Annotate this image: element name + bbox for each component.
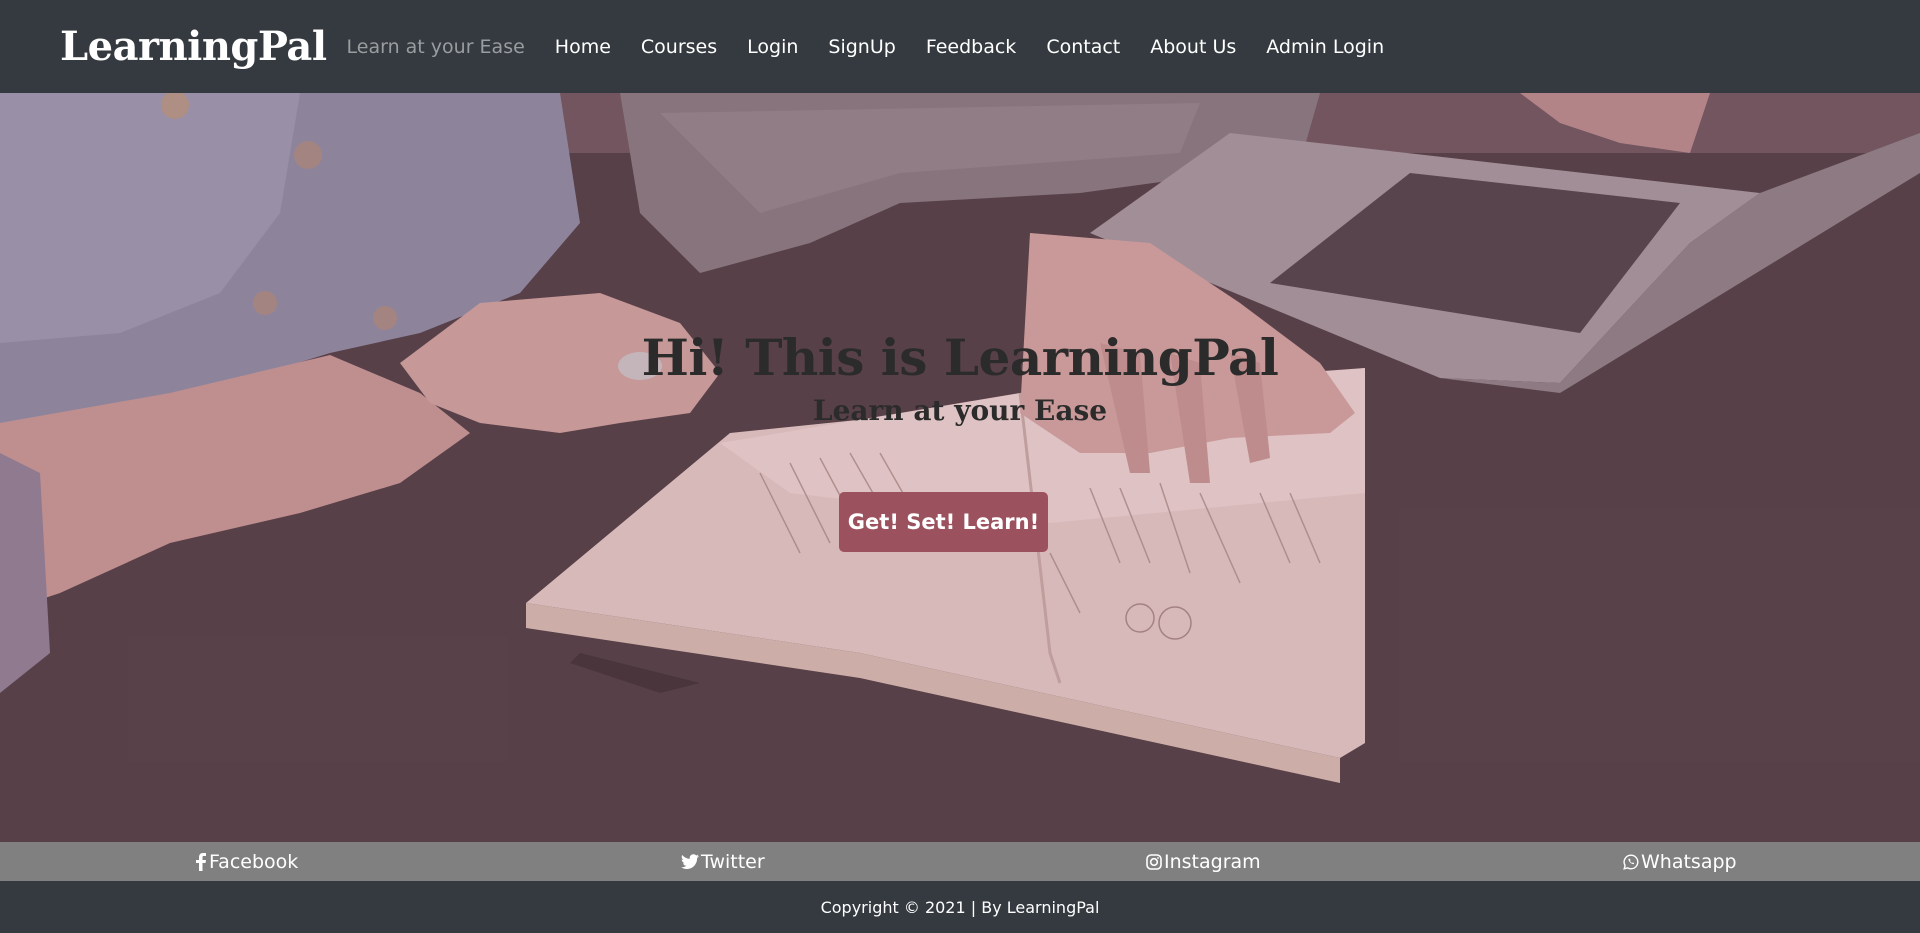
social-link-label: Twitter bbox=[701, 850, 765, 873]
social-link-twitter[interactable]: Twitter bbox=[681, 842, 765, 881]
hero-title: Hi! This is LearningPal bbox=[641, 328, 1279, 387]
hero-subtitle: Learn at your Ease bbox=[812, 394, 1108, 427]
hero-section: Hi! This is LearningPal Learn at your Ea… bbox=[0, 93, 1920, 842]
nav-link-feedback[interactable]: Feedback bbox=[926, 36, 1016, 58]
twitter-icon bbox=[681, 853, 699, 869]
brand-logo[interactable]: LearningPal bbox=[60, 23, 327, 70]
nav-link-home[interactable]: Home bbox=[555, 36, 611, 58]
nav-link-admin-login[interactable]: Admin Login bbox=[1266, 36, 1384, 58]
copyright-text: Copyright © 2021 | By LearningPal bbox=[820, 897, 1100, 917]
instagram-icon bbox=[1146, 853, 1162, 870]
social-link-label: Instagram bbox=[1164, 850, 1261, 873]
social-link-instagram[interactable]: Instagram bbox=[1146, 842, 1261, 881]
social-link-whatsapp[interactable]: Whatsapp bbox=[1623, 842, 1737, 881]
social-link-facebook[interactable]: Facebook bbox=[195, 842, 298, 881]
social-bar: Facebook Twitter Instagram Whatsapp bbox=[0, 842, 1920, 881]
top-navbar: LearningPal Learn at your Ease Home Cour… bbox=[0, 0, 1920, 93]
social-link-label: Facebook bbox=[209, 850, 299, 873]
nav-link-login[interactable]: Login bbox=[747, 36, 798, 58]
social-link-label: Whatsapp bbox=[1641, 850, 1737, 873]
nav-link-courses[interactable]: Courses bbox=[641, 36, 717, 58]
facebook-icon bbox=[196, 852, 206, 871]
nav-link-signup[interactable]: SignUp bbox=[828, 36, 895, 58]
hero-overlay bbox=[0, 93, 1920, 842]
navbar-tagline: Learn at your Ease bbox=[346, 35, 525, 58]
get-set-learn-button[interactable]: Get! Set! Learn! bbox=[839, 492, 1048, 552]
nav-links: Home Courses Login SignUp Feedback Conta… bbox=[555, 36, 1414, 58]
nav-link-about-us[interactable]: About Us bbox=[1150, 36, 1236, 58]
whatsapp-icon bbox=[1623, 853, 1639, 870]
nav-link-contact[interactable]: Contact bbox=[1046, 36, 1120, 58]
footer: Copyright © 2021 | By LearningPal bbox=[0, 881, 1920, 933]
